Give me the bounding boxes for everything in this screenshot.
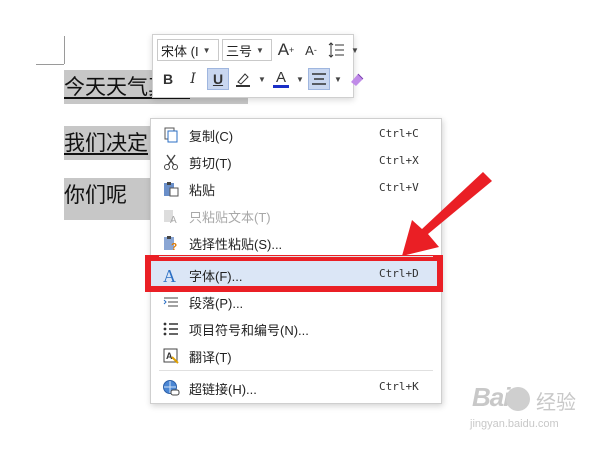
baidu-jingyan-watermark: Bai 经验 jingyan.baidu.com <box>470 378 596 440</box>
watermark-url: jingyan.baidu.com <box>470 418 559 430</box>
watermark-brand: 经验 <box>536 392 576 414</box>
watermark-logo: Bai <box>472 382 510 412</box>
baidu-paw-icon <box>506 387 530 411</box>
